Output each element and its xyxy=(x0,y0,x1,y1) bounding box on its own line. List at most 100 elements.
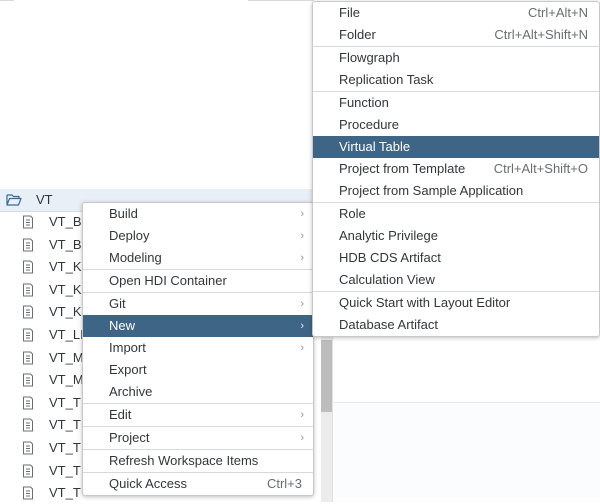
menu-item-label: Quick Start with Layout Editor xyxy=(339,295,511,310)
menu-item-label: Project xyxy=(109,430,150,445)
menu-item-build[interactable]: Build › xyxy=(83,203,313,225)
menu-item-label: Edit xyxy=(109,407,132,422)
tree-item-label: VT_T xyxy=(49,462,81,478)
submenu-item-project-from-template[interactable]: Project from Template Ctrl+Alt+Shift+O xyxy=(313,158,599,180)
context-menu: Build › Deploy › Modeling › Open HDI Container… xyxy=(82,202,314,496)
document-icon xyxy=(23,328,33,342)
menu-item-label: Quick Access xyxy=(109,476,188,491)
folder-open-icon xyxy=(6,194,22,206)
menu-item-label: Export xyxy=(109,362,147,377)
submenu-item-function[interactable]: Function xyxy=(313,91,599,114)
submenu-item-replication-task[interactable]: Replication Task xyxy=(313,69,599,91)
menu-item-edit[interactable]: Edit › xyxy=(83,403,313,426)
submenu-item-role[interactable]: Role xyxy=(313,202,599,225)
tree-item-label: VT_B xyxy=(49,236,82,252)
chevron-right-icon: › xyxy=(300,432,304,444)
document-icon xyxy=(23,351,33,365)
chevron-right-icon: › xyxy=(300,230,304,242)
menu-item-label: HDB CDS Artifact xyxy=(339,250,441,265)
submenu-item-database-artifact[interactable]: Database Artifact xyxy=(313,314,599,336)
menu-item-modeling[interactable]: Modeling › xyxy=(83,247,313,269)
document-icon xyxy=(23,418,33,432)
menu-item-label: Calculation View xyxy=(339,272,435,287)
chevron-right-icon: › xyxy=(300,409,304,421)
menu-item-quick-access[interactable]: Quick Access Ctrl+3 xyxy=(83,472,313,495)
menu-item-deploy[interactable]: Deploy › xyxy=(83,225,313,247)
menu-item-label: Database Artifact xyxy=(339,317,438,332)
menu-item-label: Folder xyxy=(339,27,376,42)
document-icon xyxy=(23,238,33,252)
document-icon xyxy=(23,464,33,478)
menu-item-import[interactable]: Import › xyxy=(83,337,313,359)
menu-item-new[interactable]: New › xyxy=(83,315,313,337)
menu-item-label: Git xyxy=(109,296,126,311)
menu-item-label: Archive xyxy=(109,384,153,399)
new-submenu: File Ctrl+Alt+N Folder Ctrl+Alt+Shift+N Flow… xyxy=(312,1,600,337)
document-icon xyxy=(23,486,33,500)
tree-item-label: VT_T xyxy=(49,394,81,410)
menu-item-label: Import xyxy=(109,340,146,355)
submenu-item-flowgraph[interactable]: Flowgraph xyxy=(313,46,599,69)
menu-item-archive[interactable]: Archive xyxy=(83,381,313,403)
submenu-item-folder[interactable]: Folder Ctrl+Alt+Shift+N xyxy=(313,24,599,46)
menu-item-git[interactable]: Git › xyxy=(83,292,313,315)
shortcut-label: Ctrl+Alt+Shift+N xyxy=(494,27,588,42)
chevron-right-icon: › xyxy=(300,252,304,264)
document-icon xyxy=(23,260,33,274)
scrollbar-thumb[interactable] xyxy=(321,340,332,412)
editor-pane xyxy=(334,404,600,502)
tree-folder-label: VT xyxy=(36,192,53,207)
menu-item-open-hdi-container[interactable]: Open HDI Container xyxy=(83,269,313,292)
submenu-item-calculation-view[interactable]: Calculation View xyxy=(313,269,599,291)
shortcut-label: Ctrl+3 xyxy=(266,476,302,491)
menu-item-label: Virtual Table xyxy=(339,139,411,154)
menu-item-label: Build xyxy=(109,206,138,221)
menu-item-export[interactable]: Export xyxy=(83,359,313,381)
menu-item-label: Flowgraph xyxy=(339,50,400,65)
menu-item-label: Replication Task xyxy=(339,72,434,87)
document-icon xyxy=(23,305,33,319)
submenu-item-hdb-cds-artifact[interactable]: HDB CDS Artifact xyxy=(313,247,599,269)
menu-item-label: Analytic Privilege xyxy=(339,228,438,243)
shortcut-label: Ctrl+Alt+Shift+O xyxy=(493,161,588,176)
menu-item-label: Procedure xyxy=(339,117,399,132)
menu-item-label: File xyxy=(339,5,360,20)
menu-item-label: Role xyxy=(339,206,366,221)
submenu-item-project-from-sample-application[interactable]: Project from Sample Application xyxy=(313,180,599,202)
menu-item-label: New xyxy=(109,318,136,333)
chevron-right-icon: › xyxy=(300,342,304,354)
chevron-right-icon: › xyxy=(300,320,304,332)
tree-item-label: VT_M xyxy=(49,349,84,365)
tree-item-label: VT_K xyxy=(49,281,82,297)
menu-item-label: Deploy xyxy=(109,228,150,243)
menu-item-label: Project from Sample Application xyxy=(339,183,524,198)
tree-item-label: VT_T xyxy=(49,440,81,455)
submenu-item-procedure[interactable]: Procedure xyxy=(313,114,599,136)
tree-item-label: VT_M xyxy=(49,372,84,388)
chevron-right-icon: › xyxy=(300,298,304,310)
menu-item-project[interactable]: Project › xyxy=(83,426,313,449)
submenu-item-analytic-privilege[interactable]: Analytic Privilege xyxy=(313,225,599,247)
tree-item-label: VT_K xyxy=(49,259,82,275)
menu-item-label: Function xyxy=(339,95,389,110)
menu-item-label: Modeling xyxy=(109,250,162,265)
submenu-item-quick-start-with-layout-editor[interactable]: Quick Start with Layout Editor xyxy=(313,291,599,314)
submenu-item-virtual-table[interactable]: Virtual Table xyxy=(313,136,599,158)
tree-item-label: VT_T xyxy=(49,485,81,501)
menu-item-label: Refresh Workspace Items xyxy=(109,453,259,468)
document-icon xyxy=(23,441,33,455)
tree-item-label: VT_LI xyxy=(49,327,84,342)
menu-item-refresh-workspace-items[interactable]: Refresh Workspace Items xyxy=(83,449,313,472)
submenu-item-file[interactable]: File Ctrl+Alt+N xyxy=(313,2,599,24)
pane-divider xyxy=(332,330,333,502)
menu-item-label: Project from Template xyxy=(339,161,466,176)
document-icon xyxy=(23,373,33,387)
tree-item-label: VT_K xyxy=(49,304,82,320)
document-icon xyxy=(23,396,33,410)
chevron-right-icon: › xyxy=(300,208,304,220)
document-icon xyxy=(23,215,33,229)
menu-item-label: Open HDI Container xyxy=(109,273,227,288)
tree-item-label: VT_B xyxy=(49,214,82,229)
shortcut-label: Ctrl+Alt+N xyxy=(528,5,588,20)
document-icon xyxy=(23,283,33,297)
